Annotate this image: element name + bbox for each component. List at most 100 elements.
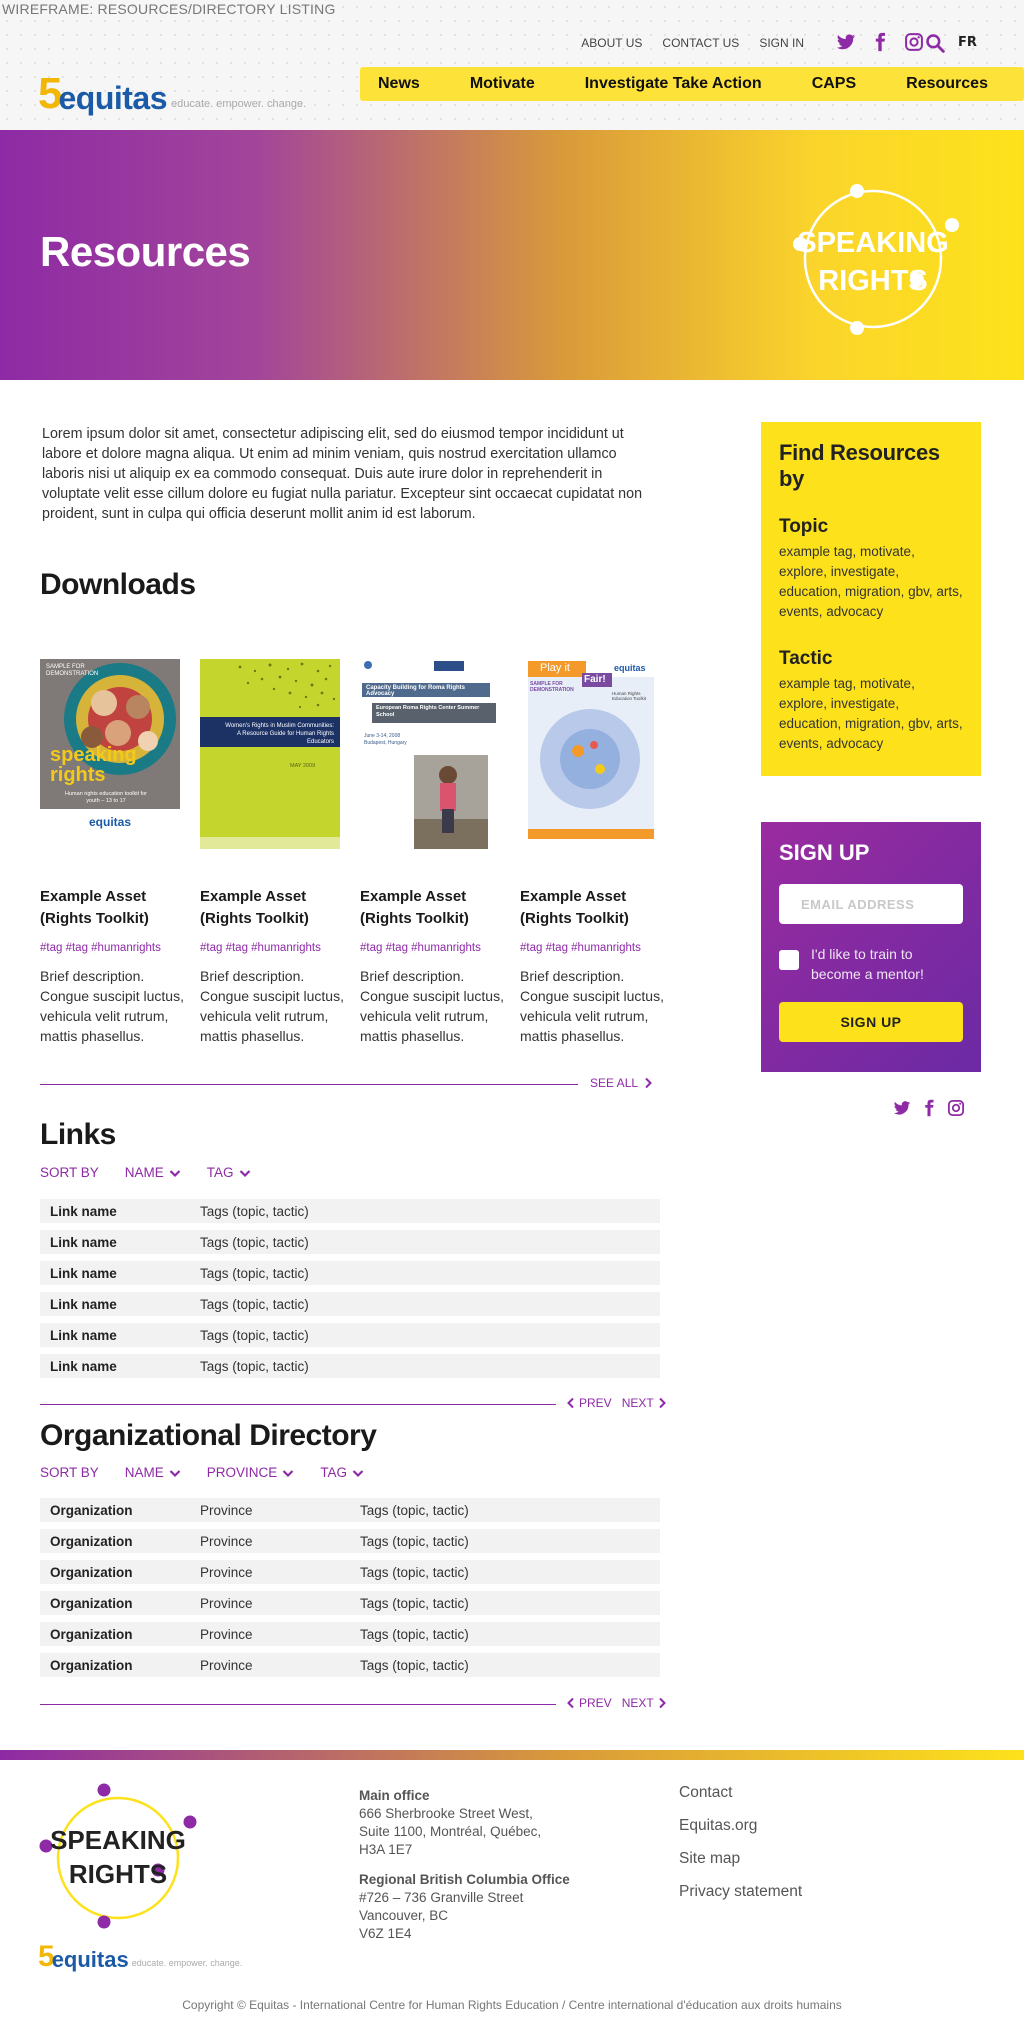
card-title[interactable]: Example Asset (Rights Toolkit) (200, 886, 345, 930)
card-title[interactable]: Example Asset (Rights Toolkit) (40, 886, 185, 930)
download-card: Women's Rights in Muslim Communities: A … (200, 659, 345, 1046)
org-province: Province (200, 1595, 253, 1611)
cover-subtitle: Human Rights Education Toolkit (612, 691, 646, 701)
links-next-button[interactable]: NEXT (622, 1396, 668, 1410)
chevron-left-icon (567, 1697, 574, 1709)
table-row[interactable]: Organization Province Tags (topic, tactic) (40, 1529, 660, 1553)
mentor-checkbox[interactable] (779, 950, 799, 970)
org-name[interactable]: Organization (40, 1565, 200, 1580)
bc-office-label: Regional British Columbia Office (359, 1872, 570, 1887)
link-name[interactable]: Link name (40, 1266, 200, 1281)
nav-news[interactable]: News (378, 75, 420, 93)
footer-contact-link[interactable]: Contact (679, 1784, 802, 1802)
directory-next-button[interactable]: NEXT (622, 1696, 668, 1710)
cover-fair-text: Fair! (584, 674, 606, 685)
sign-in-link[interactable]: SIGN IN (759, 36, 804, 50)
instagram-icon[interactable] (947, 1099, 965, 1117)
org-name[interactable]: Organization (40, 1503, 200, 1518)
org-name[interactable]: Organization (40, 1534, 200, 1549)
nav-motivate[interactable]: Motivate (470, 75, 535, 93)
sort-by-name-button[interactable]: NAME (125, 1465, 181, 1480)
cover-title-line-1: Women's Rights in Muslim Communities: (225, 723, 334, 729)
table-row[interactable]: Link name Tags (topic, tactic) (40, 1261, 660, 1285)
link-name[interactable]: Link name (40, 1297, 200, 1312)
nav-resources[interactable]: Resources (906, 75, 988, 93)
card-tags[interactable]: #tag #tag #humanrights (200, 942, 345, 954)
facebook-icon[interactable] (920, 1099, 938, 1117)
chevron-right-icon (645, 1077, 652, 1089)
search-icon[interactable] (925, 33, 945, 53)
table-row[interactable]: Organization Province Tags (topic, tactic) (40, 1622, 660, 1646)
footer-gradient-band (0, 1750, 1024, 1760)
footer-site-map-link[interactable]: Site map (679, 1850, 802, 1868)
nav-caps[interactable]: CAPS (812, 75, 856, 93)
intro-text: Lorem ipsum dolor sit amet, consectetur … (42, 426, 643, 522)
about-us-link[interactable]: ABOUT US (581, 36, 642, 50)
address-line: Suite 1100, Montréal, Québec, (359, 1824, 542, 1839)
card-title[interactable]: Example Asset (Rights Toolkit) (360, 886, 505, 930)
twitter-icon[interactable] (893, 1099, 911, 1117)
mentor-label[interactable]: I'd like to train to become a mentor! (811, 944, 963, 984)
sort-by-province-button[interactable]: PROVINCE (207, 1465, 295, 1480)
facebook-icon[interactable] (870, 32, 890, 52)
main-office-address: Main office 666 Sherbrooke Street West, … (359, 1787, 541, 1859)
sort-option-label: TAG (320, 1465, 348, 1480)
sort-by-tag-button[interactable]: TAG (320, 1465, 364, 1480)
asset-cover-speaking-rights[interactable]: SAMPLE FOR DEMONSTRATION speaking rights… (40, 659, 180, 849)
table-row[interactable]: Organization Province Tags (topic, tactic) (40, 1498, 660, 1522)
see-all-link[interactable]: SEE ALL (590, 1076, 654, 1090)
org-name[interactable]: Organization (40, 1627, 200, 1642)
table-row[interactable]: Organization Province Tags (topic, tactic) (40, 1653, 660, 1677)
link-name[interactable]: Link name (40, 1359, 200, 1374)
table-row[interactable]: Link name Tags (topic, tactic) (40, 1323, 660, 1347)
cover-brand: equitas (88, 815, 131, 829)
card-tags[interactable]: #tag #tag #humanrights (360, 942, 505, 954)
link-tags: Tags (topic, tactic) (200, 1296, 309, 1312)
footer-equitas-logo[interactable]: 5 equitas educate. empower. change. (38, 1942, 242, 1972)
logo-tagline: educate. empower. change. (131, 1958, 243, 1968)
table-row[interactable]: Link name Tags (topic, tactic) (40, 1199, 660, 1223)
directory-prev-button[interactable]: PREV (565, 1696, 612, 1710)
find-resources-panel: Find Resources by Topic example tag, mot… (761, 422, 981, 776)
signup-button[interactable]: SIGN UP (779, 1002, 963, 1042)
cover-play-text: Play it (540, 662, 570, 674)
cover-title-line-2: rights (50, 764, 106, 786)
table-row[interactable]: Link name Tags (topic, tactic) (40, 1292, 660, 1316)
sort-by-tag-button[interactable]: TAG (207, 1165, 251, 1180)
equitas-logo[interactable]: 5 equitas educate. empower. change. (38, 66, 306, 117)
link-name[interactable]: Link name (40, 1328, 200, 1343)
table-row[interactable]: Organization Province Tags (topic, tactic) (40, 1591, 660, 1615)
links-table: Link name Tags (topic, tactic) Link name T… (40, 1199, 660, 1385)
org-name[interactable]: Organization (40, 1658, 200, 1673)
chevron-left-icon (567, 1397, 574, 1409)
card-tags[interactable]: #tag #tag #humanrights (40, 942, 185, 954)
sort-by-name-button[interactable]: NAME (125, 1165, 181, 1180)
footer-privacy-link[interactable]: Privacy statement (679, 1883, 802, 1901)
table-row[interactable]: Link name Tags (topic, tactic) (40, 1230, 660, 1254)
link-name[interactable]: Link name (40, 1204, 200, 1219)
language-toggle[interactable]: FR (958, 35, 977, 50)
tactic-tag-list[interactable]: example tag, motivate, explore, investig… (779, 674, 963, 754)
site-header: WIREFRAME: RESOURCES/DIRECTORY LISTING A… (0, 0, 1024, 130)
asset-cover-roma-rights[interactable]: Capacity Building for Roma Rights Advoca… (360, 659, 500, 849)
nav-investigate-take-action[interactable]: Investigate Take Action (585, 75, 762, 93)
card-title[interactable]: Example Asset (Rights Toolkit) (520, 886, 665, 930)
link-tags: Tags (topic, tactic) (200, 1203, 309, 1219)
table-row[interactable]: Organization Province Tags (topic, tactic) (40, 1560, 660, 1584)
badge-line-2: RIGHTS (818, 265, 928, 297)
org-name[interactable]: Organization (40, 1596, 200, 1611)
footer-equitas-org-link[interactable]: Equitas.org (679, 1817, 802, 1835)
card-tags[interactable]: #tag #tag #humanrights (520, 942, 665, 954)
contact-us-link[interactable]: CONTACT US (662, 36, 739, 50)
asset-cover-womens-rights[interactable]: Women's Rights in Muslim Communities: A … (200, 659, 340, 849)
topic-tag-list[interactable]: example tag, motivate, explore, investig… (779, 542, 963, 622)
cover-sample-label: SAMPLE FOR DEMONSTRATION (46, 664, 99, 677)
table-row[interactable]: Link name Tags (topic, tactic) (40, 1354, 660, 1378)
see-all-label: SEE ALL (590, 1076, 639, 1090)
links-prev-button[interactable]: PREV (565, 1396, 612, 1410)
asset-cover-play-it-fair[interactable]: Play it Fair! equitas SAMPLE FOR DEMONST… (520, 659, 660, 849)
link-name[interactable]: Link name (40, 1235, 200, 1250)
instagram-icon[interactable] (904, 32, 924, 52)
twitter-icon[interactable] (836, 32, 856, 52)
email-field[interactable] (779, 884, 963, 924)
